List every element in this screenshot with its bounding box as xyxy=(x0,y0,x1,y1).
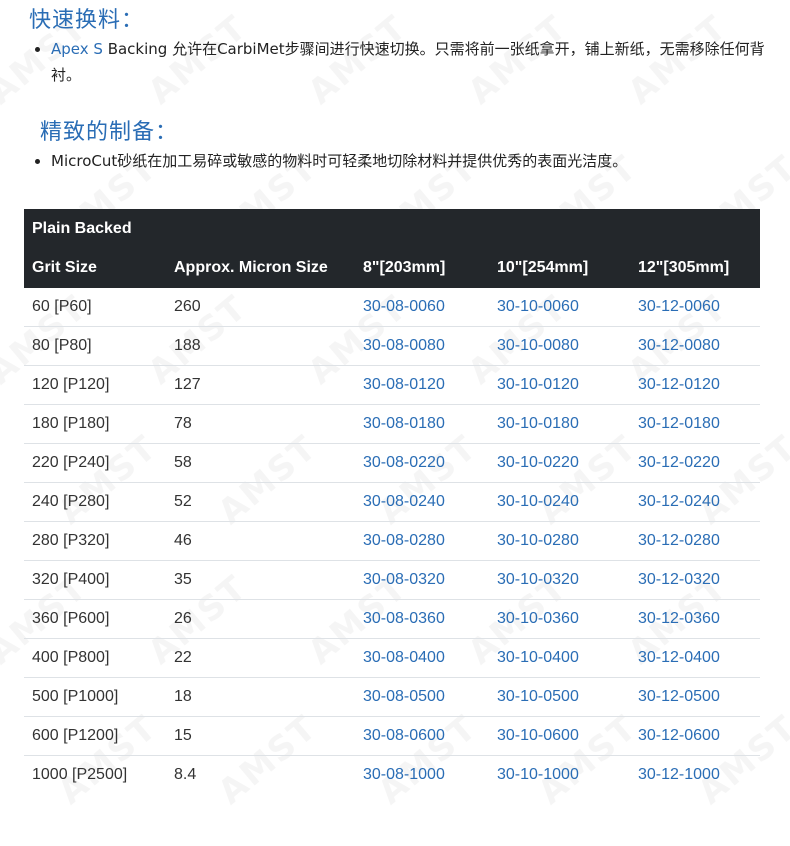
micron-size-cell: 188 xyxy=(174,337,201,354)
part-12in-link[interactable]: 30-12-0280 xyxy=(630,522,760,560)
part-8in-link[interactable]: 30-08-0240 xyxy=(355,483,489,521)
micron-size-cell: 78 xyxy=(174,415,192,432)
table-body: 60 [P60] 260 30-08-0060 30-10-0060 30-12-006… xyxy=(24,288,760,795)
part-8in-link[interactable]: 30-08-0400 xyxy=(355,639,489,677)
part-12in-link[interactable]: 30-12-0360 xyxy=(630,600,760,638)
col-header-10in: 10"[254mm] xyxy=(497,259,589,276)
part-8in-link[interactable]: 30-08-0500 xyxy=(355,678,489,716)
table-row: 60 [P60] 260 30-08-0060 30-10-0060 30-12-006… xyxy=(24,288,760,327)
column-headers: Grit Size Approx. Micron Size 8"[203mm] … xyxy=(24,248,760,288)
micron-size-cell: 26 xyxy=(174,610,192,627)
part-12in-link[interactable]: 30-12-0220 xyxy=(630,444,760,482)
section-heading-fine-prep: 精致的制备： xyxy=(40,120,179,145)
col-header-micron-size: Approx. Micron Size xyxy=(174,259,328,276)
part-8in-link[interactable]: 30-08-0360 xyxy=(355,600,489,638)
grit-size-cell: 180 [P180] xyxy=(32,415,110,432)
part-10in-link[interactable]: 30-10-0280 xyxy=(489,522,630,560)
table-title: Plain Backed xyxy=(32,220,132,237)
part-8in-link[interactable]: 30-08-0280 xyxy=(355,522,489,560)
part-12in-link[interactable]: 30-12-0240 xyxy=(630,483,760,521)
part-10in-link[interactable]: 30-10-0060 xyxy=(489,288,630,326)
part-8in-link[interactable]: 30-08-0080 xyxy=(355,327,489,365)
part-8in-link[interactable]: 30-08-1000 xyxy=(355,756,489,795)
part-10in-link[interactable]: 30-10-0120 xyxy=(489,366,630,404)
part-8in-link[interactable]: 30-08-0600 xyxy=(355,717,489,755)
grit-size-cell: 1000 [P2500] xyxy=(32,766,128,783)
part-10in-link[interactable]: 30-10-0220 xyxy=(489,444,630,482)
part-10in-link[interactable]: 30-10-0080 xyxy=(489,327,630,365)
bullet-text: Apex S Backing 允许在CarbiMet步骤间进行快速切换。只需将前… xyxy=(35,36,765,88)
bullet-quick-change: Apex S Backing 允许在CarbiMet步骤间进行快速切换。只需将前… xyxy=(35,36,765,88)
table-row: 120 [P120] 127 30-08-0120 30-10-0120 30-12-0… xyxy=(24,366,760,405)
micron-size-cell: 127 xyxy=(174,376,201,393)
part-10in-link[interactable]: 30-10-0240 xyxy=(489,483,630,521)
table-row: 220 [P240] 58 30-08-0220 30-10-0220 30-12-02… xyxy=(24,444,760,483)
table-row: 400 [P800] 22 30-08-0400 30-10-0400 30-12-04… xyxy=(24,639,760,678)
grit-size-cell: 120 [P120] xyxy=(32,376,110,393)
grit-size-cell: 220 [P240] xyxy=(32,454,110,471)
micron-size-cell: 46 xyxy=(174,532,192,549)
part-10in-link[interactable]: 30-10-0500 xyxy=(489,678,630,716)
grit-size-cell: 80 [P80] xyxy=(32,337,92,354)
grit-size-cell: 60 [P60] xyxy=(32,298,92,315)
bullet-dot-icon xyxy=(35,47,40,52)
table-row: 500 [P1000] 18 30-08-0500 30-10-0500 30-12-0… xyxy=(24,678,760,717)
micron-size-cell: 35 xyxy=(174,571,192,588)
part-8in-link[interactable]: 30-08-0120 xyxy=(355,366,489,404)
part-10in-link[interactable]: 30-10-0320 xyxy=(489,561,630,599)
table-row: 240 [P280] 52 30-08-0240 30-10-0240 30-12-02… xyxy=(24,483,760,522)
part-8in-link[interactable]: 30-08-0220 xyxy=(355,444,489,482)
micron-size-cell: 8.4 xyxy=(174,766,197,783)
table-row: 80 [P80] 188 30-08-0080 30-10-0080 30-12-008… xyxy=(24,327,760,366)
micron-size-cell: 22 xyxy=(174,649,192,666)
micron-size-cell: 260 xyxy=(174,298,201,315)
part-12in-link[interactable]: 30-12-0060 xyxy=(630,288,760,326)
col-header-8in: 8"[203mm] xyxy=(363,259,446,276)
part-10in-link[interactable]: 30-10-0400 xyxy=(489,639,630,677)
part-10in-link[interactable]: 30-10-0360 xyxy=(489,600,630,638)
micron-size-cell: 52 xyxy=(174,493,192,510)
micron-size-cell: 18 xyxy=(174,688,192,705)
part-10in-link[interactable]: 30-10-0180 xyxy=(489,405,630,443)
section-heading-quick-change: 快速换料： xyxy=(29,8,145,33)
part-12in-link[interactable]: 30-12-0400 xyxy=(630,639,760,677)
table-row: 180 [P180] 78 30-08-0180 30-10-0180 30-12-01… xyxy=(24,405,760,444)
part-8in-link[interactable]: 30-08-0180 xyxy=(355,405,489,443)
grit-size-cell: 500 [P1000] xyxy=(32,688,119,705)
table-row: 320 [P400] 35 30-08-0320 30-10-0320 30-12-03… xyxy=(24,561,760,600)
part-12in-link[interactable]: 30-12-0180 xyxy=(630,405,760,443)
micron-size-cell: 15 xyxy=(174,727,192,744)
table-row: 280 [P320] 46 30-08-0280 30-10-0280 30-12-02… xyxy=(24,522,760,561)
part-12in-link[interactable]: 30-12-0080 xyxy=(630,327,760,365)
col-header-12in: 12"[305mm] xyxy=(638,259,730,276)
table-row: 600 [P1200] 15 30-08-0600 30-10-0600 30-12-0… xyxy=(24,717,760,756)
grit-size-cell: 600 [P1200] xyxy=(32,727,119,744)
bullet-text: MicroCut砂纸在加工易碎或敏感的物料时可轻柔地切除材料并提供优秀的表面光洁… xyxy=(51,152,628,170)
part-12in-link[interactable]: 30-12-0500 xyxy=(630,678,760,716)
grit-size-cell: 240 [P280] xyxy=(32,493,110,510)
bullet-fine-prep: MicroCut砂纸在加工易碎或敏感的物料时可轻柔地切除材料并提供优秀的表面光洁… xyxy=(35,148,765,174)
product-table: Plain Backed Grit Size Approx. Micron Si… xyxy=(24,209,760,795)
part-12in-link[interactable]: 30-12-0120 xyxy=(630,366,760,404)
table-row: 360 [P600] 26 30-08-0360 30-10-0360 30-12-03… xyxy=(24,600,760,639)
part-12in-link[interactable]: 30-12-0320 xyxy=(630,561,760,599)
col-header-grit-size: Grit Size xyxy=(32,259,97,276)
grit-size-cell: 320 [P400] xyxy=(32,571,110,588)
bullet-body: Backing 允许在CarbiMet步骤间进行快速切换。只需将前一张纸拿开，铺… xyxy=(51,40,765,84)
bullet-dot-icon xyxy=(35,159,40,164)
micron-size-cell: 58 xyxy=(174,454,192,471)
apex-s-link[interactable]: Apex S xyxy=(51,40,103,58)
grit-size-cell: 400 [P800] xyxy=(32,649,110,666)
table-header: Plain Backed Grit Size Approx. Micron Si… xyxy=(24,209,760,288)
part-10in-link[interactable]: 30-10-0600 xyxy=(489,717,630,755)
part-12in-link[interactable]: 30-12-1000 xyxy=(630,756,760,795)
part-8in-link[interactable]: 30-08-0320 xyxy=(355,561,489,599)
part-12in-link[interactable]: 30-12-0600 xyxy=(630,717,760,755)
grit-size-cell: 280 [P320] xyxy=(32,532,110,549)
part-10in-link[interactable]: 30-10-1000 xyxy=(489,756,630,795)
table-row: 1000 [P2500] 8.4 30-08-1000 30-10-1000 30-12… xyxy=(24,756,760,795)
grit-size-cell: 360 [P600] xyxy=(32,610,110,627)
part-8in-link[interactable]: 30-08-0060 xyxy=(355,288,489,326)
